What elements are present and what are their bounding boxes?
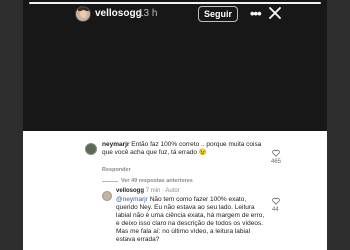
follow-button[interactable]: Seguir — [198, 6, 238, 22]
reply-text: @neymarjr Não tem como fazer 100% exato,… — [116, 196, 266, 244]
reply-username[interactable]: vellosogg — [116, 188, 144, 194]
like-count: 44 — [272, 207, 279, 213]
comment-text: neymarjr Então faz 100% correto .. porqu… — [102, 141, 267, 157]
avatar[interactable] — [85, 143, 97, 155]
view-more-replies[interactable]: Ver 49 respostas anteriores — [121, 178, 193, 184]
story-frame: vellosogg 13 h Seguir ••• neymarjr Então… — [23, 0, 327, 250]
avatar[interactable] — [102, 191, 112, 201]
mention-link[interactable]: @neymarjr — [116, 196, 148, 203]
left-letterbox — [0, 0, 23, 250]
heart-icon[interactable] — [272, 197, 280, 205]
reply-meta: vellosogg 7 min · Autor — [116, 188, 180, 194]
username[interactable]: vellosogg — [95, 8, 142, 19]
story-progress-bar — [29, 2, 321, 4]
more-dots-icon[interactable]: ••• — [250, 6, 262, 21]
author-badge: Autor — [165, 188, 180, 194]
heart-icon[interactable] — [272, 149, 280, 157]
divider — [102, 181, 118, 182]
timestamp: 13 h — [138, 8, 158, 19]
reply-button[interactable]: Responder — [102, 167, 131, 173]
comment-username[interactable]: neymarjr — [102, 141, 129, 148]
story-header: vellosogg 13 h Seguir ••• — [23, 5, 327, 23]
reply-time: 7 min — [145, 188, 161, 194]
like-count: 465 — [271, 159, 282, 165]
right-letterbox — [327, 0, 350, 250]
avatar[interactable] — [75, 6, 91, 22]
reply-body: Não tem como fazer 100% exato, querido N… — [116, 196, 265, 243]
close-icon[interactable] — [267, 5, 283, 21]
